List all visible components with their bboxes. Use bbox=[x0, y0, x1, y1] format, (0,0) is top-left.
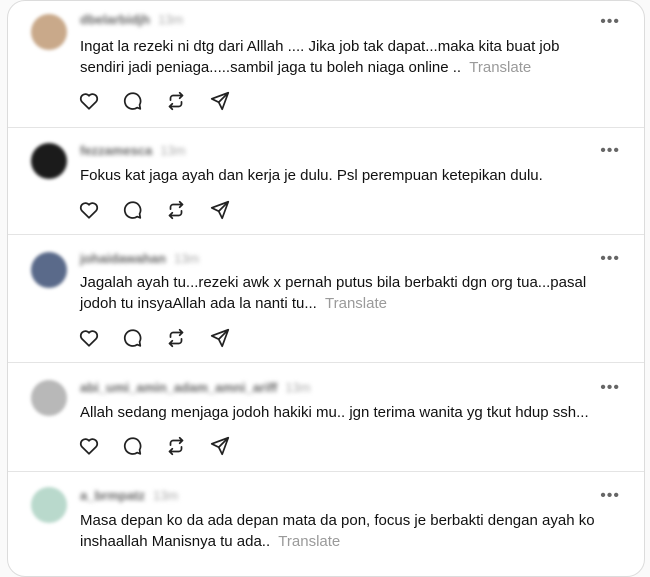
more-options-icon[interactable]: ••• bbox=[600, 380, 620, 396]
avatar[interactable] bbox=[31, 380, 67, 416]
like-icon[interactable] bbox=[78, 90, 100, 112]
more-options-icon[interactable]: ••• bbox=[600, 251, 620, 267]
comment-icon[interactable] bbox=[121, 435, 143, 457]
share-icon[interactable] bbox=[209, 327, 231, 349]
translate-link[interactable]: Translate bbox=[469, 59, 531, 76]
share-icon[interactable] bbox=[209, 435, 231, 457]
repost-icon[interactable] bbox=[165, 199, 187, 221]
username-label[interactable]: abi_umi_amin_adam_amni_ariff 13m bbox=[80, 380, 311, 395]
username-label[interactable]: johaidawahan 13m bbox=[80, 251, 199, 266]
reply-post: fezzamesca 13m ••• Fokus kat jaga ayah da… bbox=[8, 128, 644, 235]
timestamp: 13m bbox=[153, 488, 179, 503]
more-options-icon[interactable]: ••• bbox=[600, 488, 620, 504]
timestamp: 13m bbox=[158, 12, 184, 27]
username-label[interactable]: fezzamesca 13m bbox=[80, 143, 186, 158]
timestamp: 13m bbox=[285, 380, 311, 395]
avatar[interactable] bbox=[31, 252, 67, 288]
reply-text: Allah sedang menjaga jodoh hakiki mu.. j… bbox=[80, 402, 600, 423]
reply-body: Allah sedang menjaga jodoh hakiki mu.. j… bbox=[80, 404, 589, 421]
username-label[interactable]: a_brmpatz 13m bbox=[80, 488, 178, 503]
more-options-icon[interactable]: ••• bbox=[600, 143, 620, 159]
reply-post: dbelarbidjh 13m ••• Ingat la rezeki ni dt… bbox=[8, 1, 644, 128]
reply-post: johaidawahan 13m ••• Jagalah ayah tu...re… bbox=[8, 235, 644, 363]
comment-icon[interactable] bbox=[121, 199, 143, 221]
username-label[interactable]: dbelarbidjh 13m bbox=[80, 12, 183, 27]
share-icon[interactable] bbox=[209, 90, 231, 112]
replies-feed: dbelarbidjh 13m ••• Ingat la rezeki ni dt… bbox=[7, 0, 645, 577]
reply-post: abi_umi_amin_adam_amni_ariff 13m ••• Alla… bbox=[8, 363, 644, 472]
share-icon[interactable] bbox=[209, 199, 231, 221]
like-icon[interactable] bbox=[78, 199, 100, 221]
translate-link[interactable]: Translate bbox=[325, 295, 387, 312]
translate-link[interactable]: Translate bbox=[278, 533, 340, 550]
reply-post: a_brmpatz 13m ••• Masa depan ko da ada de… bbox=[8, 472, 644, 576]
like-icon[interactable] bbox=[78, 327, 100, 349]
comment-icon[interactable] bbox=[121, 327, 143, 349]
reply-text: Jagalah ayah tu...rezeki awk x pernah pu… bbox=[80, 272, 600, 314]
reply-text: Fokus kat jaga ayah dan kerja je dulu. P… bbox=[80, 165, 600, 186]
timestamp: 13m bbox=[173, 251, 200, 266]
avatar[interactable] bbox=[31, 14, 67, 50]
avatar[interactable] bbox=[31, 487, 67, 523]
reply-body: Fokus kat jaga ayah dan kerja je dulu. P… bbox=[80, 167, 543, 184]
reply-text: Masa depan ko da ada depan mata da pon, … bbox=[80, 510, 600, 552]
repost-icon[interactable] bbox=[165, 435, 187, 457]
avatar[interactable] bbox=[31, 143, 67, 179]
timestamp: 13m bbox=[160, 143, 186, 158]
repost-icon[interactable] bbox=[165, 90, 187, 112]
reply-text: Ingat la rezeki ni dtg dari Alllah .... … bbox=[80, 36, 600, 78]
more-options-icon[interactable]: ••• bbox=[600, 14, 620, 30]
comment-icon[interactable] bbox=[121, 90, 143, 112]
repost-icon[interactable] bbox=[165, 327, 187, 349]
like-icon[interactable] bbox=[78, 435, 100, 457]
